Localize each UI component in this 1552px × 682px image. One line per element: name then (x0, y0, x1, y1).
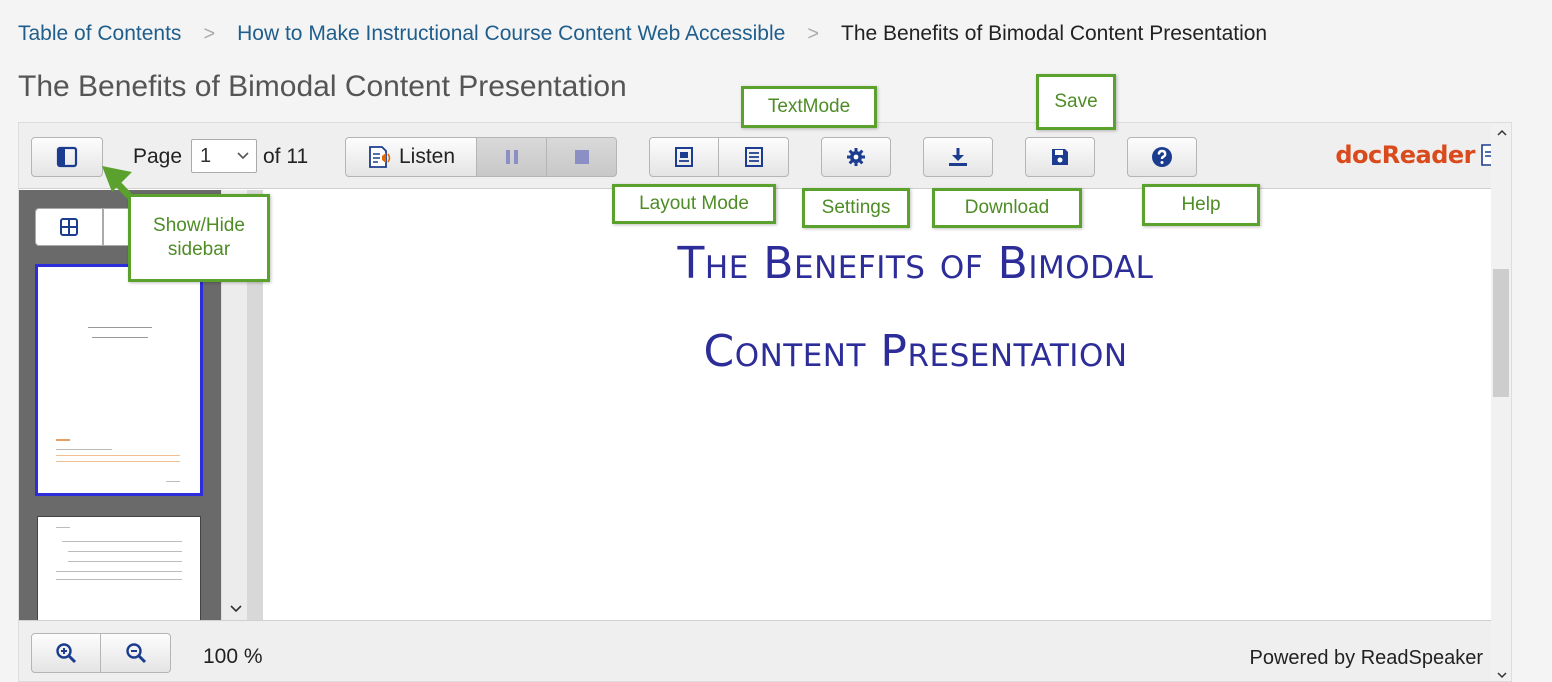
breadcrumb-separator: > (807, 22, 820, 45)
stop-button[interactable] (547, 137, 617, 177)
help-icon (1152, 147, 1172, 167)
stop-icon (574, 150, 589, 164)
playback-controls: Listen (345, 137, 617, 177)
document-title-line1: The Benefits of Bimodal (677, 238, 1154, 289)
reader-toolbar: Page 1 of 11 Listen docReader (19, 123, 1511, 189)
page-thumbnail-1[interactable] (35, 264, 203, 496)
zoom-out-icon (125, 643, 146, 664)
powered-by-text: Powered by ReadSpeaker (1249, 647, 1483, 669)
zoom-level: 100 % (203, 645, 263, 668)
toggle-sidebar-button[interactable] (31, 137, 103, 177)
breadcrumb-separator: > (203, 22, 216, 45)
zoom-controls (31, 633, 171, 673)
page-title: The Benefits of Bimodal Content Presenta… (18, 70, 627, 103)
layout-mode-button[interactable] (649, 137, 719, 177)
settings-button[interactable] (821, 137, 891, 177)
chevron-up-icon (1497, 129, 1507, 136)
callout-settings: Settings (802, 188, 910, 228)
page-select[interactable]: 1 (191, 139, 257, 173)
listen-button[interactable]: Listen (345, 137, 477, 177)
save-button[interactable] (1025, 137, 1095, 177)
view-mode-toggle (649, 137, 789, 177)
sidebar-tab-thumbnails[interactable] (35, 208, 103, 246)
listen-speaker-icon (369, 146, 391, 168)
save-disk-icon (1052, 149, 1068, 165)
help-button[interactable] (1127, 137, 1197, 177)
page-thumbnail-2[interactable] (37, 516, 201, 636)
layout-mode-icon (675, 147, 693, 167)
pause-icon (505, 150, 518, 164)
breadcrumb-current: The Benefits of Bimodal Content Presenta… (841, 22, 1268, 45)
sidebar-toggle-icon (56, 146, 78, 168)
chevron-down-icon (1497, 672, 1507, 679)
page-label: Page (133, 145, 183, 168)
zoom-in-icon (56, 643, 77, 664)
chevron-down-icon (230, 605, 242, 613)
callout-help: Help (1142, 184, 1260, 226)
page-select-value: 1 (200, 144, 212, 167)
docreader-logo: docReader (1335, 141, 1503, 169)
callout-save: Save (1036, 74, 1116, 130)
callout-layout-mode: Layout Mode (612, 184, 776, 224)
gear-icon (847, 148, 865, 166)
main-scrollbar[interactable] (1491, 123, 1511, 681)
chevron-down-icon (237, 152, 249, 160)
callout-show-hide-sidebar: Show/Hide sidebar (128, 194, 270, 282)
sidebar-tabs (35, 208, 133, 246)
page-count: of 11 (263, 145, 309, 168)
callout-textmode: TextMode (741, 86, 877, 128)
download-button[interactable] (923, 137, 993, 177)
document-title-line2: Content Presentation (703, 326, 1128, 377)
zoom-in-button[interactable] (31, 633, 101, 673)
callout-download: Download (932, 188, 1082, 228)
document-view: The Benefits of Bimodal Content Presenta… (263, 190, 1511, 620)
thumbnails-grid-icon (60, 218, 78, 236)
pause-button[interactable] (477, 137, 547, 177)
breadcrumb: Table of Contents > How to Make Instruct… (18, 22, 1267, 46)
reader-bottombar: 100 % Powered by ReadSpeaker (19, 620, 1493, 681)
main-scrollbar-thumb[interactable] (1493, 269, 1509, 397)
text-mode-icon (744, 147, 763, 167)
brand-name: docReader (1335, 141, 1475, 169)
breadcrumb-link-toc[interactable]: Table of Contents (18, 22, 181, 46)
listen-label: Listen (398, 145, 456, 168)
breadcrumb-link-course[interactable]: How to Make Instructional Course Content… (237, 22, 785, 46)
text-mode-button[interactable] (719, 137, 789, 177)
zoom-out-button[interactable] (101, 633, 171, 673)
download-icon (949, 148, 967, 166)
